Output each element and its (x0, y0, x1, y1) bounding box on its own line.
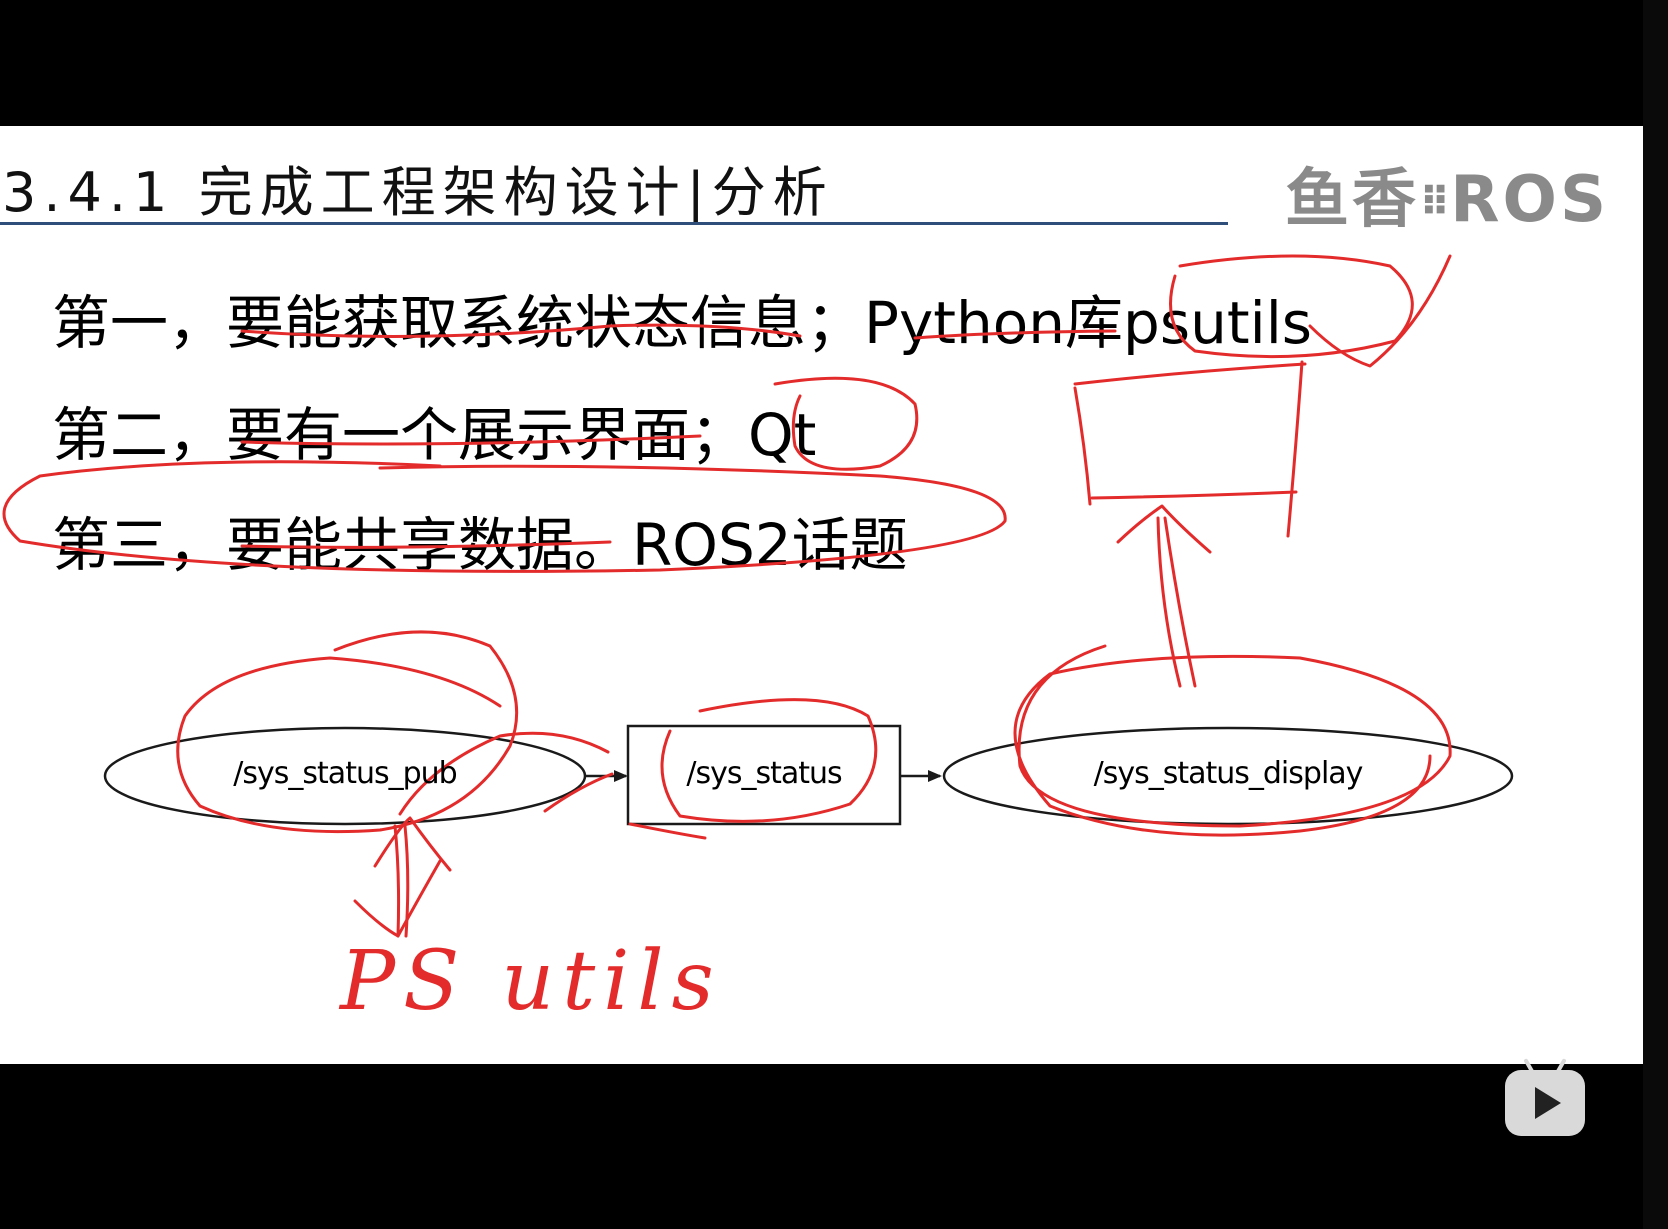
topic-node-label: /sys_status (686, 756, 842, 791)
circle-qt (773, 376, 919, 471)
ui-box-top (1073, 362, 1307, 386)
stroke-psutils-tail (1308, 254, 1452, 368)
underline-second (240, 434, 702, 446)
scribble-publisher (176, 630, 519, 834)
pen-annotations (2, 254, 1452, 938)
subscriber-node-label: /sys_status_display (1093, 756, 1364, 791)
presentation-slide: 3.4.1 完成工程架构设计|分析 鱼香⠿ROS 第一，要能获取系统状态信息；P… (0, 126, 1643, 1064)
circle-psutils (1169, 254, 1414, 359)
underline-python (913, 329, 1117, 340)
publisher-arrow-tick (543, 772, 614, 813)
arrow-up-shaft-b (1163, 516, 1197, 688)
scribble-subscriber (1013, 644, 1452, 837)
diagram-canvas (2, 254, 1514, 938)
ui-box-bottom (1090, 490, 1298, 500)
publisher-node-label: /sys_status_pub (233, 756, 457, 791)
underline-first (240, 323, 802, 338)
arrow-up-head (1116, 504, 1212, 554)
handwritten-psutils: PS utils (340, 934, 722, 1029)
play-triangle-icon (1535, 1087, 1561, 1119)
ui-box-right (1286, 360, 1304, 538)
video-frame: 3.4.1 完成工程架构设计|分析 鱼香⠿ROS 第一，要能获取系统状态信息；P… (0, 0, 1668, 1229)
arrow-down-shaft-a (393, 824, 401, 938)
topic-tail (628, 822, 707, 840)
oval-third (2, 460, 1007, 573)
ui-box-left (1073, 386, 1092, 506)
frame-edge (1643, 0, 1668, 1229)
bilibili-play-button[interactable] (1505, 1058, 1585, 1136)
underline-third (240, 540, 612, 549)
